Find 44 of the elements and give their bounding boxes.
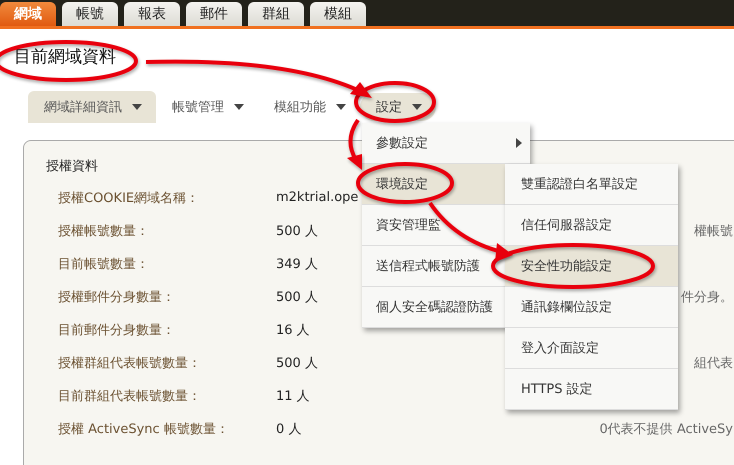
field-label: 授權COOKIE網域名稱：: [58, 190, 200, 206]
submenu-item[interactable]: 登入介面設定: [505, 328, 678, 369]
field-value: 16 人: [276, 322, 310, 338]
main-tab[interactable]: 群組: [248, 2, 304, 26]
field-value: 500 人: [276, 224, 318, 238]
menu-item-label: 送信程式帳號防護: [376, 258, 480, 275]
field-label: 目前帳號數量：: [58, 256, 150, 272]
main-tab[interactable]: 模組: [310, 2, 366, 26]
field-value: 0 人: [276, 422, 302, 436]
caret-icon: [132, 104, 142, 110]
field-note: 權帳號: [694, 224, 733, 238]
submenu-item[interactable]: 通訊錄欄位設定: [505, 287, 678, 328]
sub-nav-item[interactable]: 帳號管理: [156, 91, 258, 123]
field-value: 11 人: [276, 388, 310, 404]
callout-arrow: [347, 118, 362, 170]
field-value: 349 人: [276, 256, 318, 272]
field-note: 件分身。: [681, 290, 733, 304]
field-label: 目前群組代表帳號數量：: [58, 388, 202, 404]
field-label: 授權群組代表帳號數量：: [58, 354, 202, 372]
menu-item-label: 環境設定: [376, 176, 428, 193]
submenu-item[interactable]: HTTPS 設定: [505, 369, 678, 410]
field-label: 授權 ActiveSync 帳號數量：: [58, 420, 230, 438]
field-value: m2ktrial.ope: [276, 190, 358, 205]
main-tab[interactable]: 郵件: [186, 2, 242, 26]
menu-item-label: 參數設定: [376, 135, 428, 152]
main-tab[interactable]: 報表: [124, 2, 180, 26]
field-note: 組代表: [694, 356, 733, 370]
caret-icon: [234, 104, 244, 110]
field-label: 授權郵件分身數量：: [58, 288, 176, 306]
field-note: 0代表不提供 ActiveSy: [599, 422, 733, 436]
section-title: 授權資料: [46, 158, 99, 175]
menu-item-label: 個人安全碼認證防護: [376, 299, 493, 316]
main-tab[interactable]: 帳號: [62, 2, 118, 26]
field-value: 500 人: [276, 356, 318, 370]
page-title: 目前網域資料: [14, 49, 116, 66]
submenu-arrow-icon: [516, 138, 522, 148]
field-label: 授權帳號數量：: [58, 222, 150, 240]
caret-icon: [412, 104, 422, 110]
submenu-item[interactable]: 雙重認證白名單設定: [505, 164, 678, 205]
menu-item-label: 資安管理監: [376, 217, 441, 234]
field-value: 500 人: [276, 290, 318, 304]
caret-icon: [336, 104, 346, 110]
field-label: 目前郵件分身數量：: [58, 322, 176, 338]
sub-nav-item[interactable]: 網域詳細資訊: [28, 91, 156, 123]
